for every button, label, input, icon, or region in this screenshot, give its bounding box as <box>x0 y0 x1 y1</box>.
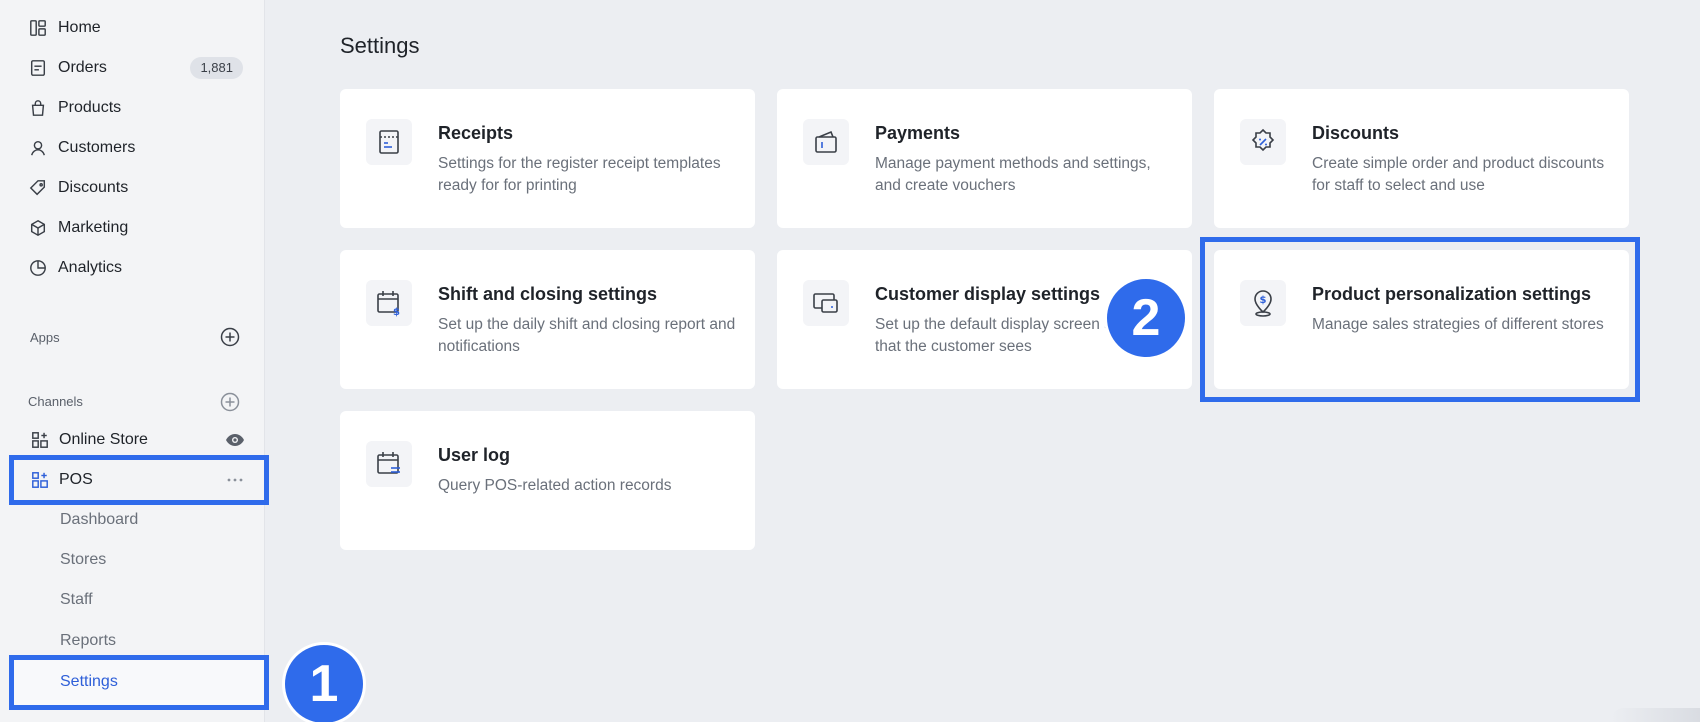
settings-card-discounts[interactable]: Discounts Create simple order and produc… <box>1214 89 1629 228</box>
highlight-box-pos <box>9 455 269 505</box>
sidebar-item-label: Discounts <box>58 179 129 196</box>
pos-sub-dashboard[interactable]: Dashboard <box>60 511 138 529</box>
pos-sub-staff[interactable]: Staff <box>60 591 93 609</box>
sidebar: Home Orders 1,881 Products Customers Dis… <box>0 0 266 722</box>
step-2-marker: 2 <box>1104 276 1188 360</box>
add-app-icon[interactable] <box>220 327 240 347</box>
svg-text:$: $ <box>393 307 400 318</box>
card-description: Manage payment methods and settings, and… <box>875 155 1151 194</box>
calendar-dollar-icon: $ <box>366 280 412 326</box>
products-bag-icon <box>28 98 48 118</box>
settings-card-receipts[interactable]: Receipts Settings for the register recei… <box>340 89 755 228</box>
card-description: Create simple order and product discount… <box>1312 155 1605 194</box>
tag-icon <box>28 178 48 198</box>
channel-label: Online Store <box>59 431 148 448</box>
calendar-log-icon <box>366 441 412 487</box>
card-title: Customer display settings <box>875 284 1101 304</box>
pos-sub-stores[interactable]: Stores <box>60 551 106 569</box>
sidebar-item-label: Home <box>58 19 101 36</box>
card-description: Set up the daily shift and closing repor… <box>438 316 736 355</box>
grid-plus-icon <box>30 430 50 450</box>
sidebar-item-marketing[interactable]: Marketing <box>28 214 243 242</box>
add-channel-icon[interactable] <box>220 392 240 412</box>
page-title: Settings <box>340 33 420 58</box>
channel-online-store[interactable]: Online Store <box>30 426 245 454</box>
highlight-box-product-personalization <box>1200 237 1640 402</box>
cube-icon <box>28 218 48 238</box>
settings-card-payments[interactable]: Payments Manage payment methods and sett… <box>777 89 1192 228</box>
orders-icon <box>28 58 48 78</box>
sidebar-item-analytics[interactable]: Analytics <box>28 254 243 282</box>
eye-icon[interactable] <box>225 430 245 450</box>
customer-person-icon <box>28 138 48 158</box>
card-title: Receipts <box>438 123 514 143</box>
scroll-shadow <box>1610 708 1700 722</box>
display-screen-icon <box>803 280 849 326</box>
settings-card-shift-closing[interactable]: $ Shift and closing settings Set up the … <box>340 250 755 389</box>
sidebar-item-label: Marketing <box>58 219 129 236</box>
sidebar-item-label: Products <box>58 99 122 116</box>
sidebar-item-label: Orders <box>58 59 107 76</box>
pie-chart-icon <box>28 258 48 278</box>
discount-badge-icon <box>1240 119 1286 165</box>
card-title: Shift and closing settings <box>438 284 658 304</box>
receipt-icon <box>366 119 412 165</box>
sidebar-item-home[interactable]: Home <box>28 14 243 42</box>
card-description: Settings for the register receipt templa… <box>438 155 721 194</box>
pos-sub-reports[interactable]: Reports <box>60 632 116 650</box>
card-title: Discounts <box>1312 123 1400 143</box>
settings-card-user-log[interactable]: User log Query POS-related action record… <box>340 411 755 550</box>
highlight-box-settings <box>9 655 269 710</box>
channels-section-label: Channels <box>28 394 83 409</box>
sidebar-item-orders[interactable]: Orders 1,881 <box>28 54 243 82</box>
card-title: Payments <box>875 123 961 143</box>
sidebar-item-label: Analytics <box>58 259 123 276</box>
sidebar-item-discounts[interactable]: Discounts <box>28 174 243 202</box>
wallet-icon <box>803 119 849 165</box>
card-title: User log <box>438 445 511 465</box>
card-description: Query POS-related action records <box>438 477 672 494</box>
home-icon <box>28 18 48 38</box>
orders-count-badge: 1,881 <box>190 57 243 79</box>
apps-section-label: Apps <box>30 330 60 345</box>
sidebar-item-label: Customers <box>58 139 136 156</box>
step-1-marker: 1 <box>282 642 366 722</box>
sidebar-item-customers[interactable]: Customers <box>28 134 243 162</box>
sidebar-item-products[interactable]: Products <box>28 94 243 122</box>
